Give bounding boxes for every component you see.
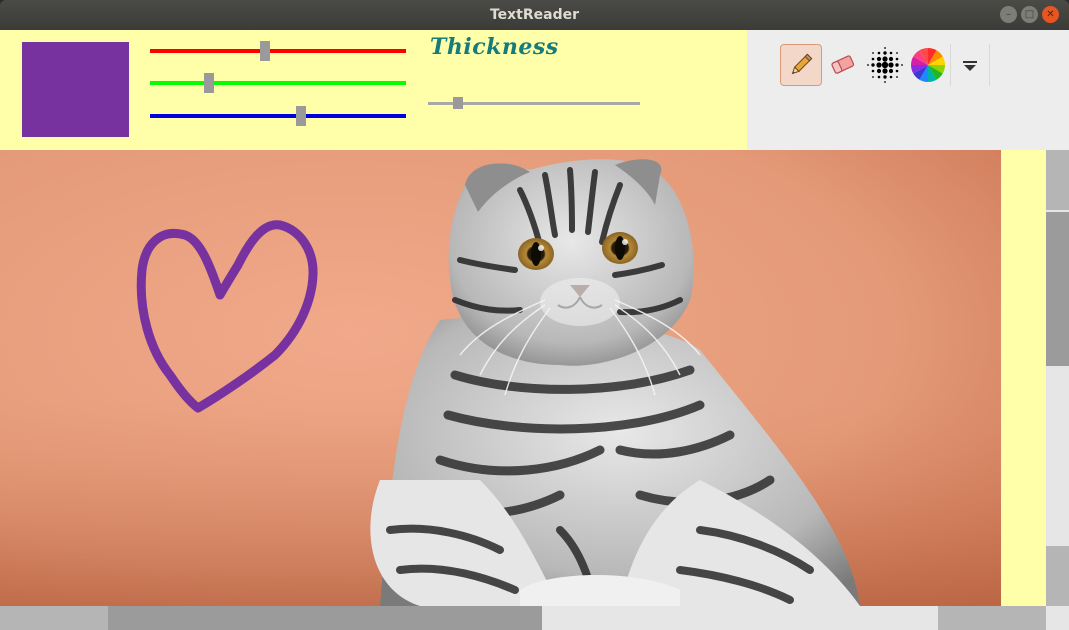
pencil-tool-button[interactable] [780, 44, 822, 86]
window-controls: – □ ✕ [1000, 6, 1059, 23]
red-slider-thumb[interactable] [260, 41, 271, 61]
close-button[interactable]: ✕ [1042, 6, 1059, 23]
current-color-swatch [22, 42, 129, 137]
dropdown-arrow-icon [963, 61, 977, 71]
dot-pattern-tool-button[interactable] [864, 44, 906, 86]
window-titlebar: TextReader – □ ✕ [0, 0, 1069, 30]
canvas-margin [1001, 150, 1046, 606]
horizontal-scroll-right-region[interactable] [938, 606, 1046, 630]
eraser-tool-button[interactable] [822, 44, 864, 86]
vertical-scroll-up-region[interactable] [1046, 150, 1069, 210]
blue-slider-thumb[interactable] [296, 106, 307, 126]
maximize-button[interactable]: □ [1021, 6, 1038, 23]
horizontal-scroll-left-region[interactable] [0, 606, 108, 630]
red-slider-track[interactable] [150, 49, 406, 53]
blue-slider-track[interactable] [150, 114, 406, 118]
color-wheel-icon [911, 48, 945, 82]
thickness-slider-thumb[interactable] [452, 97, 463, 109]
vertical-scrollbar[interactable] [1046, 150, 1069, 606]
color-wheel-tool-button[interactable] [907, 44, 949, 86]
window-title: TextReader [489, 7, 580, 23]
horizontal-scrollbar[interactable] [0, 606, 1069, 630]
eraser-icon [831, 55, 855, 74]
thickness-label: Thickness [430, 34, 559, 60]
minimize-button[interactable]: – [1000, 6, 1017, 23]
cat-photo [0, 150, 1001, 606]
drawing-canvas[interactable] [0, 150, 1001, 606]
tools-menu-button[interactable] [950, 44, 990, 86]
vertical-scroll-down-region[interactable] [1046, 546, 1069, 606]
pencil-icon [791, 53, 813, 75]
green-slider-thumb[interactable] [203, 73, 214, 93]
dot-pattern-icon [867, 47, 903, 83]
green-slider-track[interactable] [150, 81, 406, 85]
horizontal-scroll-thumb[interactable] [108, 606, 542, 630]
vertical-scroll-thumb[interactable] [1046, 212, 1069, 366]
